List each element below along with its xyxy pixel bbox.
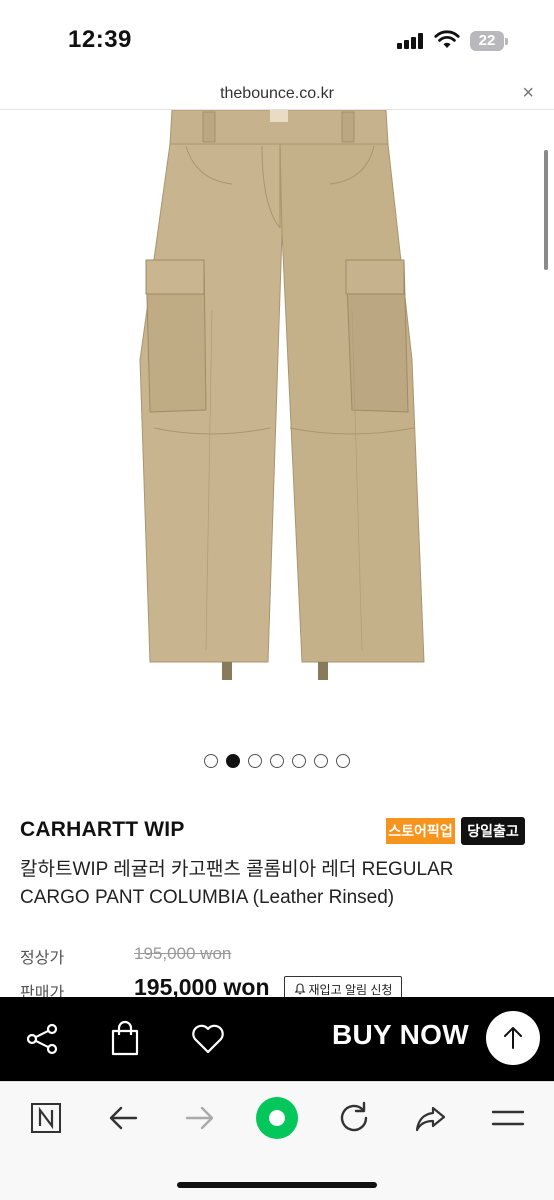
gallery-dot[interactable] bbox=[314, 754, 328, 768]
browser-toolbar bbox=[0, 1081, 554, 1200]
regular-price: 195,000 won bbox=[134, 944, 232, 963]
share-forward-icon[interactable] bbox=[411, 1098, 451, 1138]
shopping-bag-icon[interactable] bbox=[105, 1019, 145, 1059]
battery-level: 22 bbox=[470, 31, 504, 51]
gallery-dot[interactable] bbox=[292, 754, 306, 768]
action-bar: BUY NOW bbox=[0, 997, 554, 1081]
same-day-shipping-badge: 당일출고 bbox=[461, 817, 525, 845]
home-indicator bbox=[177, 1182, 377, 1188]
battery-icon: 22 bbox=[470, 31, 508, 51]
share-icon[interactable] bbox=[22, 1019, 62, 1059]
gallery-dot[interactable] bbox=[226, 754, 240, 768]
product-name: 칼하트WIP 레귤러 카고팬츠 콜롬비아 레더 REGULAR CARGO PA… bbox=[20, 859, 454, 908]
status-bar: 12:39 22 bbox=[0, 0, 554, 80]
forward-arrow-icon[interactable] bbox=[180, 1098, 220, 1138]
close-icon[interactable]: × bbox=[522, 83, 534, 103]
scroll-top-button[interactable] bbox=[486, 1011, 540, 1065]
wifi-icon bbox=[434, 30, 460, 48]
gallery-dot[interactable] bbox=[270, 754, 284, 768]
status-time: 12:39 bbox=[68, 26, 132, 53]
signal-icon bbox=[397, 33, 423, 49]
back-arrow-icon[interactable] bbox=[103, 1098, 143, 1138]
bell-icon bbox=[294, 983, 305, 995]
scroll-indicator bbox=[544, 150, 548, 270]
gallery-dots bbox=[0, 754, 554, 770]
url-bar[interactable]: thebounce.co.kr × bbox=[0, 80, 554, 110]
restock-alert-label: 재입고 알림 신청 bbox=[308, 982, 393, 997]
cargo-pants-image bbox=[139, 110, 425, 680]
regular-price-label: 정상가 bbox=[20, 950, 65, 967]
heart-icon[interactable] bbox=[188, 1019, 228, 1059]
green-home-icon[interactable] bbox=[254, 1095, 300, 1141]
url-text[interactable]: thebounce.co.kr bbox=[0, 85, 554, 103]
product-image[interactable] bbox=[0, 110, 554, 732]
gallery-dot[interactable] bbox=[336, 754, 350, 768]
refresh-icon[interactable] bbox=[334, 1098, 374, 1138]
store-pickup-badge: 스토어픽업 bbox=[386, 818, 455, 844]
naver-n-icon[interactable] bbox=[26, 1098, 66, 1138]
buy-now-button[interactable]: BUY NOW bbox=[332, 1019, 469, 1051]
brand-name[interactable]: CARHARTT WIP bbox=[20, 818, 185, 842]
menu-icon[interactable] bbox=[488, 1098, 528, 1138]
gallery-dot[interactable] bbox=[204, 754, 218, 768]
arrow-up-icon bbox=[504, 1027, 522, 1049]
gallery-dot[interactable] bbox=[248, 754, 262, 768]
